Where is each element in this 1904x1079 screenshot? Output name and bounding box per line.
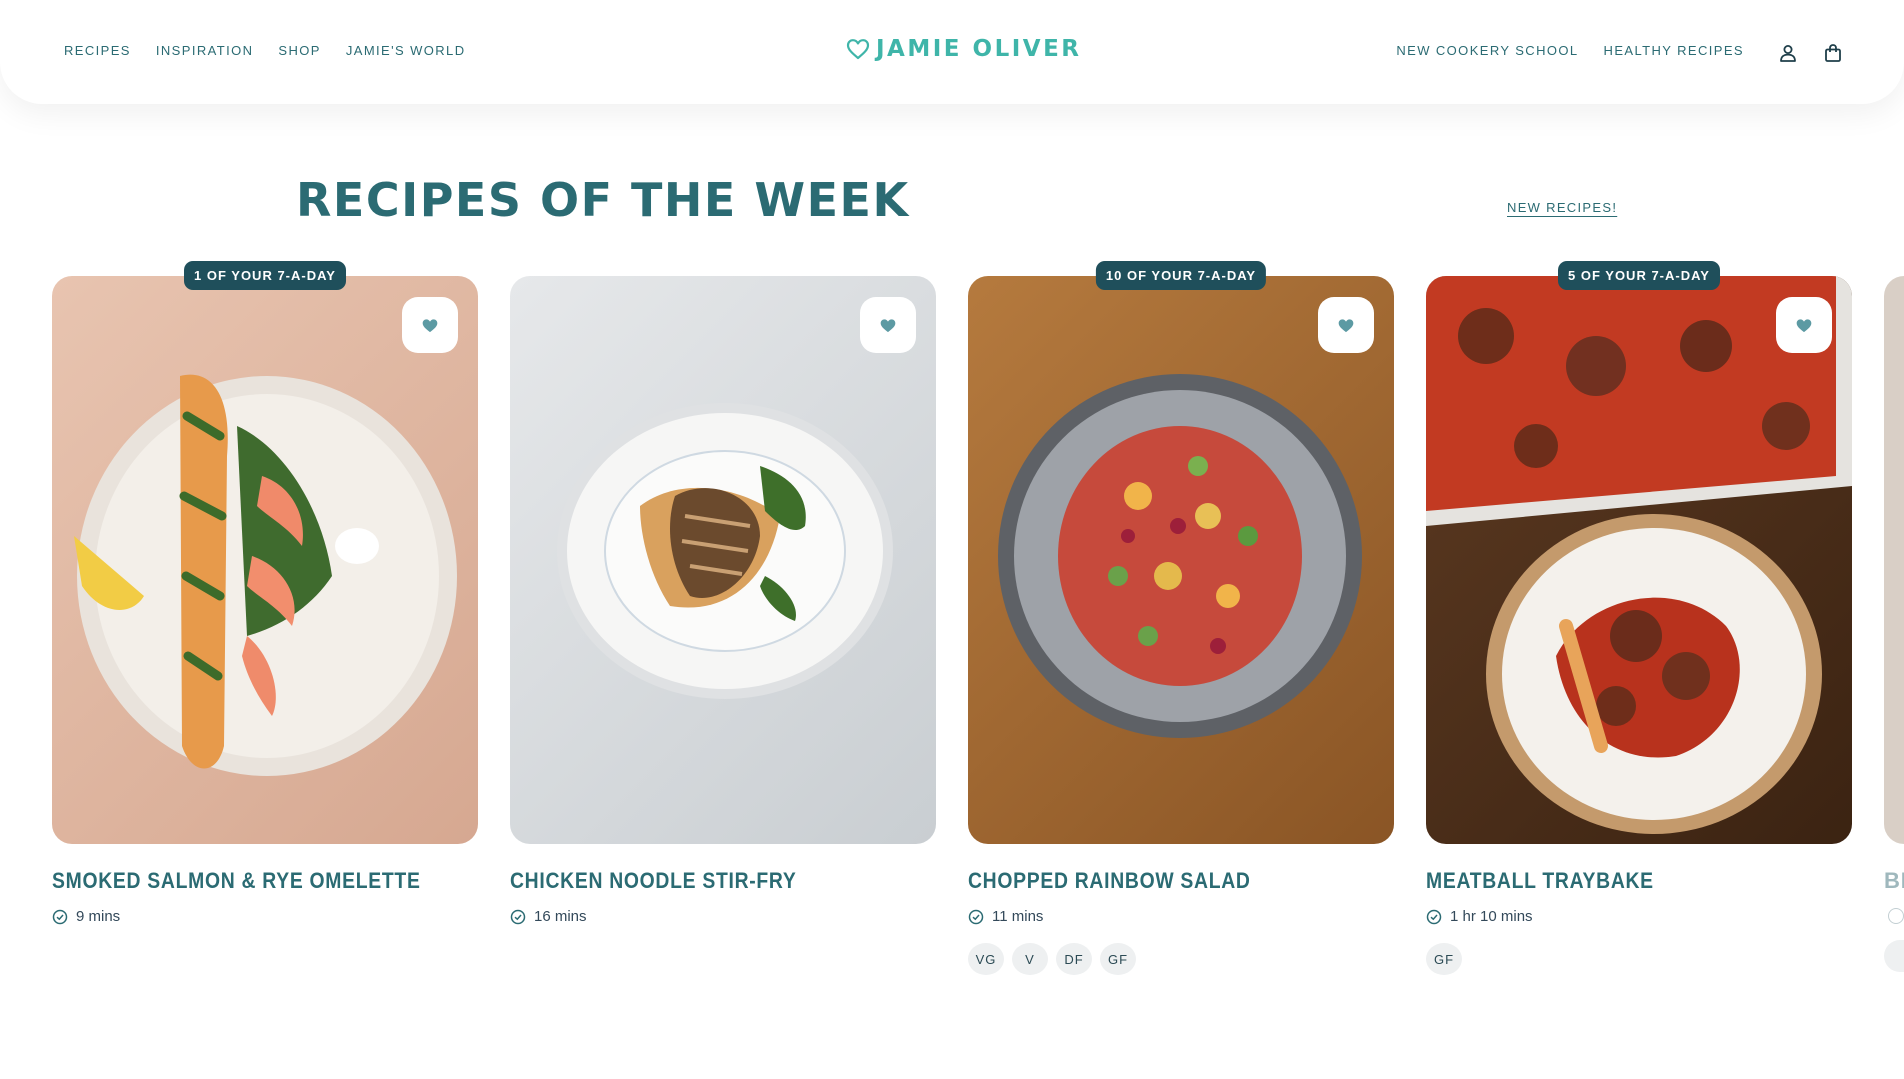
- salmon-omelette-illustration: [74, 374, 457, 776]
- next-recipe-tag-peek: [1884, 940, 1904, 972]
- clock-icon: [1426, 909, 1442, 924]
- heart-icon: [422, 318, 438, 332]
- section-title: RECIPES OF THE WEEK: [296, 173, 910, 227]
- rainbow-salad-illustration: [998, 374, 1362, 738]
- recipe-time-label: 16 mins: [534, 908, 587, 925]
- dietary-tags: GF: [1426, 943, 1852, 975]
- meatball-traybake-illustration: [1426, 276, 1852, 834]
- site-header: RECIPES INSPIRATION SHOP JAMIE'S WORLD J…: [0, 0, 1904, 104]
- recipe-time-label: 9 mins: [76, 908, 121, 925]
- nav-new-cookery-school[interactable]: NEW COOKERY SCHOOL: [1396, 43, 1578, 59]
- recipe-card[interactable]: 5 OF YOUR 7-A-DAY MEATBALL TRAYBAKE 1 hr…: [1426, 261, 1852, 975]
- recipe-card[interactable]: CHICKEN NOODLE STIR-FRY 16 mins: [510, 276, 936, 925]
- favourite-button[interactable]: [860, 297, 916, 353]
- favourite-button[interactable]: [1776, 297, 1832, 353]
- logo-wordmark: JAMIE OLIVER: [876, 36, 1082, 62]
- clock-icon: [510, 909, 526, 924]
- next-recipe-card-peek[interactable]: [1884, 276, 1904, 844]
- nav-jamies-world[interactable]: JAMIE'S WORLD: [346, 43, 466, 59]
- heart-icon: [880, 318, 896, 332]
- seven-a-day-badge: 1 OF YOUR 7-A-DAY: [184, 261, 346, 290]
- tag-vegetarian: V: [1012, 943, 1048, 975]
- recipe-time: 9 mins: [52, 908, 478, 925]
- primary-nav: RECIPES INSPIRATION SHOP JAMIE'S WORLD: [64, 43, 465, 59]
- tag-vegan: VG: [968, 943, 1004, 975]
- noodle-stir-fry-illustration: [557, 403, 893, 699]
- secondary-nav: NEW COOKERY SCHOOL HEALTHY RECIPES: [1396, 43, 1744, 59]
- recipe-title[interactable]: CHOPPED RAINBOW SALAD: [968, 868, 1343, 894]
- favourite-button[interactable]: [402, 297, 458, 353]
- recipe-time: 11 mins: [968, 908, 1394, 925]
- recipe-title[interactable]: CHICKEN NOODLE STIR-FRY: [510, 868, 885, 894]
- tag-dairy-free: DF: [1056, 943, 1092, 975]
- tag-gluten-free: GF: [1426, 943, 1462, 975]
- recipe-time-label: 11 mins: [992, 908, 1044, 925]
- next-recipe-title-peek[interactable]: BL: [1884, 868, 1904, 894]
- clock-icon: [1888, 908, 1904, 924]
- seven-a-day-badge: 10 OF YOUR 7-A-DAY: [1095, 261, 1267, 290]
- recipe-time-label: 1 hr 10 mins: [1450, 908, 1533, 925]
- recipe-card[interactable]: 10 OF YOUR 7-A-DAY CHOPPED RAINBOW SALAD: [968, 261, 1394, 975]
- nav-recipes[interactable]: RECIPES: [64, 43, 131, 59]
- recipe-image[interactable]: [52, 276, 478, 844]
- seven-a-day-badge: 5 OF YOUR 7-A-DAY: [1558, 261, 1720, 290]
- bag-icon: [1825, 44, 1841, 62]
- basket-button[interactable]: [1820, 40, 1846, 66]
- recipe-image[interactable]: [968, 276, 1394, 844]
- account-button[interactable]: [1775, 40, 1801, 66]
- site-logo[interactable]: JAMIE OLIVER: [846, 36, 1082, 62]
- recipe-time: 16 mins: [510, 908, 936, 925]
- recipe-image[interactable]: [510, 276, 936, 844]
- recipe-title[interactable]: MEATBALL TRAYBAKE: [1426, 868, 1801, 894]
- heart-logo-icon: [846, 39, 870, 60]
- clock-icon: [52, 909, 68, 924]
- recipe-image[interactable]: [1426, 276, 1852, 844]
- nav-shop[interactable]: SHOP: [278, 43, 320, 59]
- nav-inspiration[interactable]: INSPIRATION: [156, 43, 254, 59]
- heart-icon: [1796, 318, 1812, 332]
- recipe-time: 1 hr 10 mins: [1426, 908, 1852, 925]
- favourite-button[interactable]: [1318, 297, 1374, 353]
- heart-icon: [1338, 318, 1354, 332]
- user-icon: [1780, 45, 1796, 62]
- dietary-tags: VG V DF GF: [968, 943, 1394, 975]
- new-recipes-link[interactable]: NEW RECIPES!: [1507, 200, 1617, 215]
- clock-icon: [968, 909, 984, 924]
- recipe-title[interactable]: SMOKED SALMON & RYE OMELETTE: [52, 868, 427, 894]
- tag-gluten-free: GF: [1100, 943, 1136, 975]
- nav-healthy-recipes[interactable]: HEALTHY RECIPES: [1604, 43, 1744, 59]
- recipe-card[interactable]: 1 OF YOUR 7-A-DAY SMOKED SALMON & RYE OM…: [52, 261, 478, 925]
